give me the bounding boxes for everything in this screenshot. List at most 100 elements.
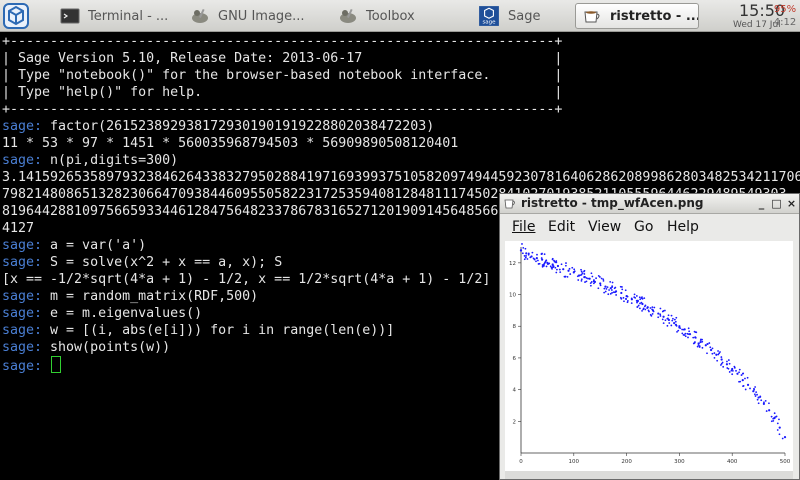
menu-edit[interactable]: Edit — [548, 219, 575, 235]
scatter-dot — [602, 278, 605, 281]
scatter-dot — [549, 265, 552, 268]
xfce-menu-icon[interactable] — [3, 3, 29, 29]
window-titlebar[interactable]: ristretto - tmp_wfAcen.png _ □ × — [500, 194, 799, 214]
banner-line: | Type "help()" for help. | — [2, 85, 563, 100]
scatter-plot: 0 100 200 300 400 500 2 4 6 8 10 12 — [509, 243, 791, 465]
scatter-dot — [626, 295, 629, 298]
scatter-dot — [668, 322, 671, 324]
scatter-dot — [644, 308, 647, 311]
sage-prompt: sage: — [2, 289, 43, 304]
data-point — [599, 282, 602, 285]
scatter-dot — [523, 258, 526, 261]
scatter-dot — [770, 420, 773, 423]
scatter-dot — [728, 362, 731, 365]
menu-file[interactable]: File — [512, 219, 535, 235]
scatter-dot — [682, 328, 685, 331]
taskbar-item-sage[interactable]: sage Sage — [478, 3, 570, 29]
taskbar-label: ristretto - ... — [610, 8, 699, 24]
y-tick-label: 8 — [513, 324, 517, 330]
sage-prompt: sage: — [2, 238, 43, 253]
scatter-dot — [740, 374, 743, 376]
x-tick-label: 500 — [780, 459, 791, 465]
scatter-dot — [687, 336, 689, 339]
menu-view[interactable]: View — [588, 219, 621, 235]
scatter-dot — [521, 252, 524, 255]
scatter-dot — [526, 258, 529, 260]
scatter-dot — [698, 346, 701, 348]
scatter-dot — [781, 437, 784, 440]
scatter-dot — [756, 393, 758, 396]
scatter-dot — [731, 369, 734, 372]
scatter-dot — [591, 275, 594, 278]
maximize-button[interactable]: □ — [771, 198, 782, 209]
menu-bar: File Edit View Go Help — [500, 214, 799, 240]
data-point — [783, 436, 787, 439]
data-point — [736, 372, 739, 375]
scatter-dot — [573, 270, 576, 273]
scatter-dot — [635, 295, 638, 297]
scatter-dot — [651, 306, 654, 309]
scatter-dot — [520, 249, 522, 252]
taskbar-label: Terminal - ... — [88, 8, 169, 24]
scatter-dot — [626, 299, 629, 302]
scatter-dot — [661, 318, 664, 321]
image-canvas[interactable]: 0 100 200 300 400 500 2 4 6 8 10 12 — [505, 241, 793, 471]
taskbar-item-gimp[interactable]: GNU Image... — [190, 3, 320, 29]
scatter-dot — [525, 255, 527, 257]
taskbar-item-terminal[interactable]: Terminal - ... — [60, 3, 185, 29]
scatter-dot — [709, 346, 712, 349]
sage-prompt: sage: — [2, 153, 43, 168]
scatter-dot — [571, 266, 574, 269]
scatter-dot — [676, 330, 678, 333]
clock-time: 15:50 — [739, 1, 786, 20]
scatter-dot — [573, 268, 576, 271]
scatter-dot — [595, 277, 597, 280]
scatter-dot — [559, 271, 562, 274]
taskbar-item-toolbox[interactable]: Toolbox — [338, 3, 468, 29]
menu-label: Help — [667, 219, 699, 235]
y-tick-label: 2 — [513, 419, 517, 425]
data-point — [620, 291, 623, 295]
scatter-dot — [754, 395, 757, 397]
clock[interactable]: 15:50 Wed 17 Jul — [733, 1, 786, 31]
scatter-dot — [726, 360, 728, 363]
scatter-dot — [772, 419, 775, 422]
scatter-dot — [754, 386, 757, 388]
taskbar-label: GNU Image... — [218, 8, 305, 24]
sage-prompt: sage: — [2, 306, 43, 321]
command-text: n(pi,digits=300) — [42, 153, 179, 168]
scatter-dot — [540, 253, 543, 255]
image-viewer-window[interactable]: ristretto - tmp_wfAcen.png _ □ × File Ed… — [499, 193, 800, 480]
scatter-dot — [609, 280, 612, 283]
svg-text:sage: sage — [482, 20, 496, 26]
close-button[interactable]: × — [786, 198, 797, 209]
scatter-dot — [537, 259, 539, 262]
scatter-dot — [636, 301, 638, 304]
scatter-dot — [590, 281, 593, 283]
data-point — [715, 353, 718, 356]
scatter-dot — [568, 267, 571, 270]
scatter-dot — [776, 429, 779, 431]
x-tick-label: 300 — [674, 459, 685, 465]
scatter-dot — [537, 263, 540, 265]
horizontal-scrollbar[interactable] — [505, 471, 793, 479]
scatter-dot — [565, 262, 567, 264]
output-text: [x == -1/2*sqrt(4*a + 1) - 1/2, x == 1/2… — [2, 272, 491, 287]
scatter-dot — [545, 265, 548, 268]
battery-indicator[interactable]: 95% 4:12 — [771, 3, 799, 29]
menu-help[interactable]: Help — [667, 219, 699, 235]
minimize-button[interactable]: _ — [756, 198, 767, 209]
menu-go[interactable]: Go — [634, 219, 653, 235]
x-tick-label: 200 — [621, 459, 632, 465]
taskbar-item-ristretto[interactable]: ristretto - ... — [575, 3, 699, 29]
scatter-dot — [741, 372, 744, 375]
scatter-dot — [555, 260, 558, 262]
command-text: S = solve(x^2 + x == a, x); S — [42, 255, 283, 270]
data-point — [657, 312, 660, 315]
scatter-dot — [619, 285, 622, 288]
scatter-dot — [692, 336, 695, 339]
data-point — [720, 358, 723, 361]
scatter-dot — [611, 285, 614, 288]
sage-prompt: sage: — [2, 119, 43, 134]
scatter-dot — [558, 268, 561, 271]
